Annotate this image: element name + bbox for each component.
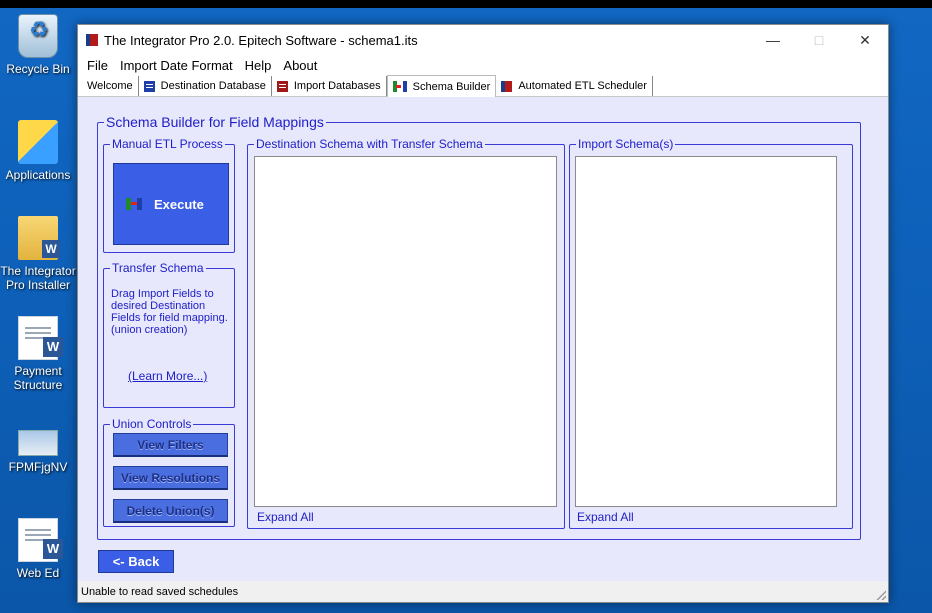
desktop-icon-label: Payment Structure: [13, 364, 63, 392]
destination-expand-all[interactable]: Expand All: [257, 510, 314, 524]
desktop-icon-label: FPMFjgNV: [8, 460, 68, 474]
import-schema-title: Import Schema(s): [576, 137, 676, 151]
execute-label: Execute: [154, 196, 204, 212]
transfer-schema-description: Drag Import Fields to desired Destinatio…: [111, 288, 228, 336]
learn-more-link[interactable]: (Learn More...): [128, 369, 207, 383]
database-red-icon: [276, 80, 288, 92]
app-logo-icon: [86, 34, 98, 46]
scheduler-icon: [501, 80, 513, 92]
menu-help[interactable]: Help: [239, 58, 278, 73]
destination-schema-title: Destination Schema with Transfer Schema: [254, 137, 485, 151]
destination-schema-tree[interactable]: [254, 156, 557, 507]
desktop-icon-recycle-bin[interactable]: Recycle Bin: [0, 14, 76, 76]
tab-label: Destination Database: [160, 80, 266, 92]
execute-button[interactable]: Execute: [113, 163, 229, 245]
desktop-icon-label: Applications: [5, 168, 71, 182]
delete-unions-button[interactable]: Delete Union(s): [113, 499, 228, 523]
transfer-schema-title: Transfer Schema: [110, 261, 206, 275]
word-document-icon: [18, 316, 63, 360]
manual-etl-title: Manual ETL Process: [110, 137, 225, 151]
close-button[interactable]: ✕: [842, 25, 888, 55]
resize-grip-icon[interactable]: [876, 590, 886, 600]
schema-builder-panel: Schema Builder for Field Mappings Manual…: [78, 97, 888, 581]
menu-about[interactable]: About: [277, 58, 323, 73]
tab-destination-database[interactable]: Destination Database: [138, 76, 272, 96]
maximize-button[interactable]: □: [796, 25, 842, 55]
schema-icon: [392, 81, 407, 92]
minimize-button[interactable]: —: [750, 25, 796, 55]
window-title: The Integrator Pro 2.0. Epitech Software…: [104, 32, 418, 48]
tab-import-databases[interactable]: Import Databases: [271, 76, 387, 96]
menu-file[interactable]: File: [81, 58, 114, 73]
import-expand-all[interactable]: Expand All: [577, 510, 634, 524]
tab-schema-builder[interactable]: Schema Builder: [386, 75, 497, 97]
tab-label: Welcome: [87, 80, 133, 92]
folder-icon: [18, 216, 60, 260]
word-document-icon: [18, 518, 63, 562]
desktop-icon-label: Recycle Bin: [6, 62, 70, 76]
schema-builder-title: Schema Builder for Field Mappings: [104, 113, 326, 131]
desktop-icon-fpmfjgnv[interactable]: FPMFjgNV: [0, 430, 76, 474]
back-button[interactable]: <- Back: [98, 550, 174, 573]
desktop-icon-applications[interactable]: Applications: [0, 120, 76, 182]
desktop-icon-web-ed[interactable]: Web Ed: [0, 518, 76, 580]
view-resolutions-button[interactable]: View Resolutions: [113, 466, 228, 490]
tab-welcome[interactable]: Welcome: [82, 76, 139, 96]
app-window: The Integrator Pro 2.0. Epitech Software…: [77, 24, 889, 603]
image-file-icon: [18, 430, 58, 456]
menu-bar: File Import Date Format Help About: [78, 55, 888, 75]
tab-label: Import Databases: [293, 80, 381, 92]
desktop-icon-label: The Integrator Pro Installer: [0, 264, 76, 292]
import-schema-tree[interactable]: [575, 156, 837, 507]
desktop-icon-integrator-installer[interactable]: The Integrator Pro Installer: [0, 216, 76, 292]
union-controls-title: Union Controls: [110, 417, 194, 431]
application-icon: [18, 120, 58, 164]
recycle-bin-icon: [18, 14, 58, 58]
menu-import-date-format[interactable]: Import Date Format: [114, 58, 239, 73]
desktop-icon-label: Web Ed: [16, 566, 60, 580]
tab-label: Automated ETL Scheduler: [518, 80, 647, 92]
title-bar[interactable]: The Integrator Pro 2.0. Epitech Software…: [78, 25, 888, 55]
status-text: Unable to read saved schedules: [81, 585, 239, 598]
tab-label: Schema Builder: [412, 80, 491, 93]
schema-icon: [126, 198, 142, 210]
tab-automated-etl-scheduler[interactable]: Automated ETL Scheduler: [496, 76, 653, 96]
tab-strip: Welcome Destination Database Import Data…: [78, 75, 888, 97]
desktop-icon-payment-structure[interactable]: Payment Structure: [0, 316, 76, 392]
database-blue-icon: [143, 80, 155, 92]
view-filters-button[interactable]: View Filters: [113, 433, 228, 457]
status-bar: Unable to read saved schedules: [78, 581, 888, 602]
